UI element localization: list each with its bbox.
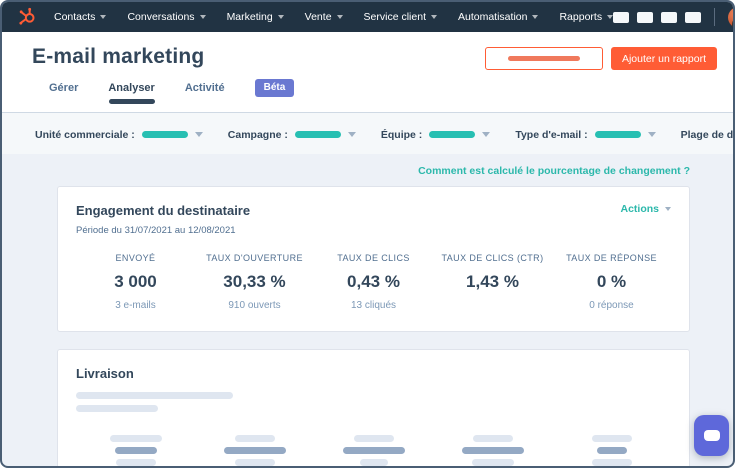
metric-ctr: TAUX DE CLICS (CTR) 1,43 %	[441, 253, 544, 291]
delivery-card: Livraison	[57, 349, 690, 466]
tab-gerer[interactable]: Gérer	[49, 82, 78, 106]
chevron-down-icon	[647, 132, 656, 137]
nav-menu: Contacts Conversations Marketing Vente S…	[54, 11, 614, 23]
nav-item-rapports[interactable]: Rapports	[559, 11, 614, 23]
toolbar-icon-placeholder-3[interactable]	[661, 11, 678, 23]
report-period: Période du 31/07/2021 au 12/08/2021	[76, 225, 236, 236]
main-content: Comment est calculé le pourcentage de ch…	[2, 154, 733, 466]
chevron-down-icon	[277, 15, 284, 19]
loading-placeholder-metrics	[76, 435, 671, 466]
engagement-card: Engagement du destinataire Période du 31…	[57, 186, 690, 332]
nav-item-automatisation[interactable]: Automatisation	[458, 11, 539, 23]
nav-utilities	[613, 6, 733, 28]
loading-placeholder-line	[76, 392, 233, 399]
filter-date-range: Plage de dates : au	[680, 128, 734, 141]
hubspot-logo[interactable]	[18, 7, 38, 27]
redacted-value-placeholder	[594, 131, 641, 138]
nav-item-marketing[interactable]: Marketing	[227, 11, 284, 23]
nav-item-conversations[interactable]: Conversations	[127, 11, 206, 23]
chevron-down-icon	[665, 207, 671, 211]
nav-item-vente[interactable]: Vente	[305, 11, 343, 23]
metric-click-rate: TAUX DE CLICS 0,43 % 13 cliqués	[337, 253, 410, 311]
metric-reply-rate: TAUX DE RÉPONSE 0 % 0 réponse	[566, 253, 657, 311]
skeleton-metric-column	[76, 435, 195, 466]
chevron-down-icon	[431, 15, 437, 19]
toolbar-icon-placeholder-2[interactable]	[637, 11, 654, 23]
filter-campaign[interactable]: Campagne :	[228, 129, 356, 141]
chevron-down-icon	[532, 15, 539, 19]
nav-item-contacts[interactable]: Contacts	[54, 11, 107, 23]
chevron-down-icon	[336, 15, 343, 19]
percentage-change-help-link[interactable]: Comment est calculé le pourcentage de ch…	[418, 165, 690, 177]
user-avatar[interactable]	[728, 6, 733, 28]
redacted-value-placeholder	[429, 131, 476, 138]
skeleton-metric-column	[433, 435, 552, 466]
active-tab-indicator	[108, 99, 155, 104]
chevron-down-icon	[347, 132, 356, 137]
page-title: E-mail marketing	[32, 45, 205, 68]
add-report-button[interactable]: Ajouter un rapport	[610, 47, 717, 70]
beta-badge: Béta	[254, 79, 295, 97]
hubspot-sprocket-icon	[19, 7, 35, 25]
loading-placeholder-line	[76, 405, 158, 412]
chevron-down-icon	[194, 132, 203, 137]
nav-item-service-client[interactable]: Service client	[364, 11, 437, 23]
top-navigation: Contacts Conversations Marketing Vente S…	[2, 2, 733, 32]
skeleton-metric-column	[552, 435, 671, 466]
toolbar-icon-placeholder-4[interactable]	[685, 11, 702, 23]
skeleton-metric-column	[195, 435, 314, 466]
redacted-value-placeholder	[294, 131, 341, 138]
secondary-action-button[interactable]	[484, 47, 603, 70]
filter-business-unit[interactable]: Unité commerciale :	[35, 129, 203, 141]
engagement-card-title: Engagement du destinataire	[76, 203, 251, 218]
filter-email-type[interactable]: Type d'e-mail :	[515, 129, 656, 141]
chevron-down-icon	[100, 15, 107, 19]
delivery-card-title: Livraison	[76, 366, 134, 381]
tab-activite[interactable]: Activité	[185, 82, 225, 106]
metrics-row: ENVOYÉ 3 000 3 e-mails TAUX D'OUVERTURE …	[76, 253, 671, 311]
tab-bar: Gérer Analyser Activité Béta	[32, 79, 717, 112]
chat-bubble-icon	[703, 430, 720, 441]
filter-bar: Unité commerciale : Campagne : Équipe : …	[2, 113, 733, 154]
metric-open-rate: TAUX D'OUVERTURE 30,33 % 910 ouverts	[206, 253, 303, 311]
app-window: Contacts Conversations Marketing Vente S…	[0, 0, 735, 468]
divider	[714, 8, 716, 26]
chevron-down-icon	[199, 15, 206, 19]
redacted-value-placeholder	[141, 131, 188, 138]
filter-team[interactable]: Équipe :	[381, 129, 491, 141]
actions-dropdown[interactable]: Actions	[620, 203, 671, 215]
redacted-label-placeholder	[507, 56, 580, 61]
toolbar-icon-placeholder-1[interactable]	[613, 11, 630, 23]
tab-analyser[interactable]: Analyser	[108, 82, 155, 106]
chat-widget-button[interactable]	[694, 415, 729, 456]
page-header: E-mail marketing Ajouter un rapport Gére…	[2, 32, 733, 113]
chevron-down-icon	[482, 132, 491, 137]
skeleton-metric-column	[314, 435, 433, 466]
metric-sent: ENVOYÉ 3 000 3 e-mails	[114, 253, 157, 311]
